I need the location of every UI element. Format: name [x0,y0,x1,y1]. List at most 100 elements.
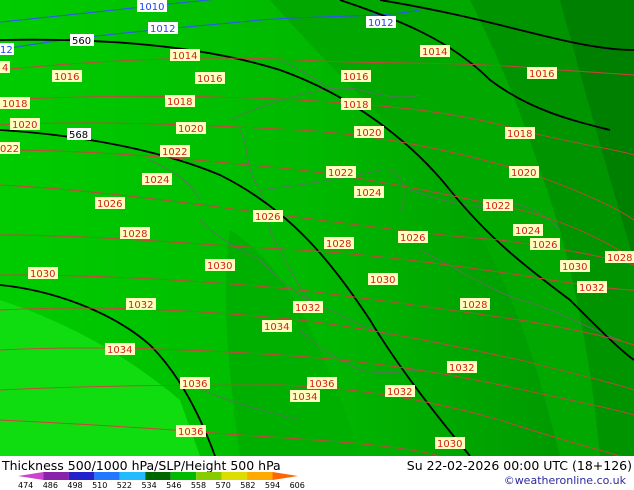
svg-text:1032: 1032 [449,363,474,374]
scale-tick-label: 570 [215,481,231,490]
slp-label: 1026 [95,197,125,210]
slp-label: 1018 [341,98,371,111]
slp-label: 1032 [126,298,156,311]
height-label: 568 [67,128,91,141]
svg-text:1010: 1010 [139,2,164,13]
scale-tick-label: 498 [67,481,83,490]
thickness-label: 1012 [148,22,178,35]
thickness-label: 1010 [137,0,167,13]
map-title: Thickness 500/1000 hPa/SLP/Height 500 hP… [2,458,281,473]
slp-label: 1036 [180,377,210,390]
slp-label: 1020 [354,126,384,139]
scale-tick-label: 558 [190,481,207,490]
svg-text:1026: 1026 [532,240,557,251]
svg-text:1026: 1026 [400,233,425,244]
slp-label: 1036 [307,377,337,390]
svg-text:1032: 1032 [387,387,412,398]
svg-text:1016: 1016 [343,72,368,83]
svg-text:1022: 1022 [328,168,353,179]
slp-label: 1028 [120,227,150,240]
svg-text:1020: 1020 [178,124,203,135]
svg-text:1020: 1020 [12,120,37,131]
slp-label: 1030 [28,267,58,280]
svg-text:1024: 1024 [356,188,381,199]
thickness-label: 1012 [366,16,396,29]
scale-tick-label: 534 [141,481,157,490]
svg-text:1014: 1014 [422,47,447,58]
svg-text:1018: 1018 [2,99,27,110]
slp-label: 1032 [293,301,323,314]
slp-label: 1014 [170,49,200,62]
slp-label: 1024 [142,173,172,186]
svg-text:1012: 1012 [150,24,175,35]
credit-link[interactable]: ©weatheronline.co.uk [504,474,626,487]
svg-text:1032: 1032 [579,283,604,294]
slp-label: 1018 [165,95,195,108]
thickness-label: 12 [0,43,14,56]
scale-swatch [119,472,146,480]
scale-swatch [18,472,44,480]
svg-text:1030: 1030 [370,275,395,286]
svg-text:1034: 1034 [264,322,289,333]
slp-label: 1016 [341,70,371,83]
slp-label: 1018 [0,97,30,110]
svg-text:560: 560 [72,36,91,47]
scale-tick-label: 546 [166,481,182,490]
slp-label: 1022 [160,145,190,158]
slp-label: 1034 [262,320,292,333]
slp-label: 1020 [176,122,206,135]
scale-swatch [272,472,298,480]
slp-label: 1026 [530,238,560,251]
slp-label: 1024 [354,186,384,199]
slp-label: 1030 [435,437,465,450]
svg-text:1022: 1022 [162,147,187,158]
slp-label: 1032 [447,361,477,374]
scale-tick-label: 474 [18,481,34,490]
scale-tick-label: 486 [42,481,58,490]
slp-label: 1032 [385,385,415,398]
map-canvas: 1014 1014 1016 1016 1016 1016 1018 1018 … [0,0,634,456]
slp-label: 1014 [420,45,450,58]
svg-text:1024: 1024 [515,226,540,237]
svg-text:568: 568 [69,130,88,141]
scale-tick-label: 522 [116,481,133,490]
svg-text:1036: 1036 [182,379,207,390]
scale-ticks: 474 486 498 510 522 534 546 558 570 582 594 606 [18,481,318,490]
slp-label: 1020 [509,166,539,179]
slp-label: 1022 [326,166,356,179]
svg-text:1028: 1028 [462,300,487,311]
svg-text:1028: 1028 [122,229,147,240]
slp-label: 1018 [505,127,535,140]
color-scale [18,472,298,480]
svg-text:1030: 1030 [562,262,587,273]
svg-text:1018: 1018 [167,97,192,108]
slp-label: 1032 [577,281,607,294]
svg-text:1016: 1016 [54,72,79,83]
svg-text:1032: 1032 [295,303,320,314]
footer: Thickness 500/1000 hPa/SLP/Height 500 hP… [0,456,634,490]
svg-text:1032: 1032 [128,300,153,311]
slp-label: 1028 [324,237,354,250]
svg-text:1014: 1014 [172,51,197,62]
svg-text:1016: 1016 [197,74,222,85]
slp-label: 1016 [52,70,82,83]
slp-label: 022 [0,142,20,155]
svg-text:1022: 1022 [485,201,510,212]
slp-label: 1030 [205,259,235,272]
svg-text:1020: 1020 [511,168,536,179]
svg-text:1018: 1018 [343,100,368,111]
svg-text:1024: 1024 [144,175,169,186]
scale-swatch [43,472,69,480]
svg-text:12: 12 [0,45,13,56]
scale-tick-label: 582 [240,481,256,490]
scale-tick-label: 594 [264,481,281,490]
slp-label: 1016 [195,72,225,85]
slp-label: 1024 [513,224,543,237]
slp-label: 1034 [105,343,135,356]
slp-label: 1030 [368,273,398,286]
scale-tick-label: 510 [92,481,108,490]
slp-label: 1034 [290,390,320,403]
slp-label: 1028 [460,298,490,311]
svg-text:1026: 1026 [255,212,280,223]
svg-text:1030: 1030 [437,439,462,450]
